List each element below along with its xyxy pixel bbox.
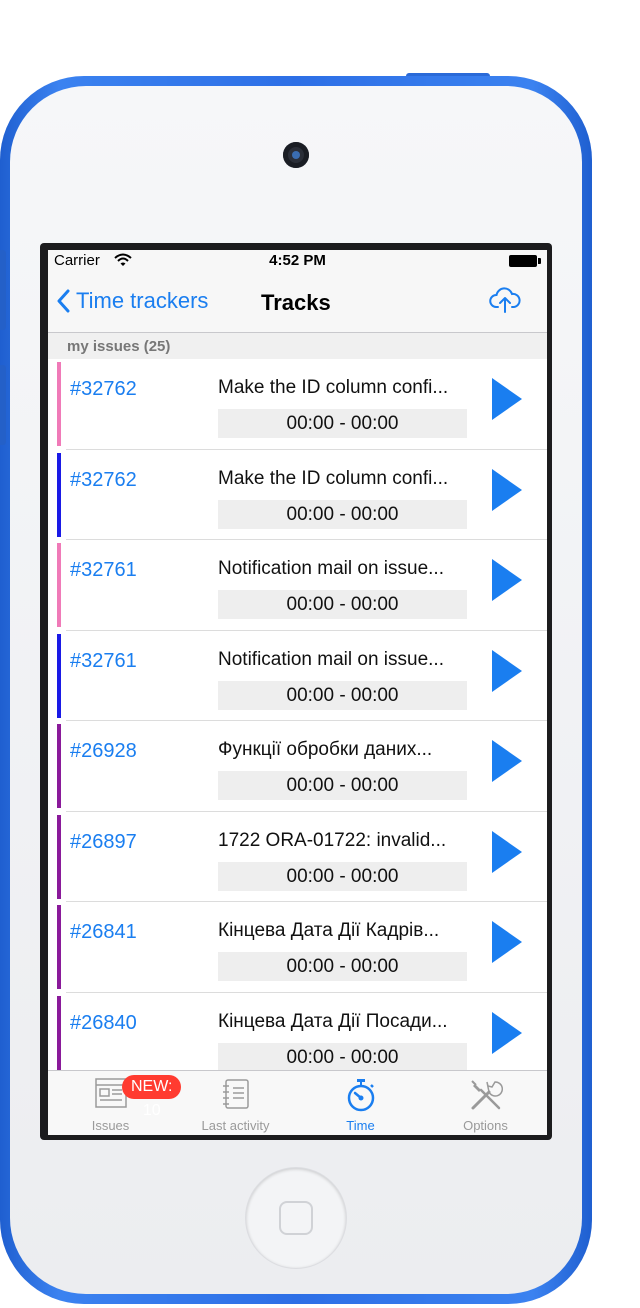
volume-down-button [0, 365, 6, 445]
track-color-bar [57, 995, 61, 1080]
status-time: 4:52 PM [269, 252, 326, 269]
section-header-label: my issues (25) [67, 338, 171, 355]
volume-up-button [0, 250, 6, 330]
camera-icon [283, 142, 309, 168]
section-header: my issues (25) [48, 333, 547, 359]
tab-options-label: Options [463, 1118, 508, 1133]
tab-last-activity-label: Last activity [201, 1118, 270, 1133]
track-subject: Notification mail on issue... [218, 558, 444, 579]
track-row[interactable]: #26841 Кінцева Дата Дії Кадрів... 00:00 … [48, 902, 547, 993]
play-icon[interactable] [490, 919, 524, 965]
track-time-range: 00:00 - 00:00 [218, 499, 467, 529]
track-issue-number[interactable]: #26840 [70, 1012, 137, 1035]
play-icon[interactable] [490, 648, 524, 694]
navigation-bar: Time trackers Tracks [48, 272, 547, 333]
track-color-bar [57, 362, 61, 446]
track-time-range: 00:00 - 00:00 [218, 952, 467, 981]
track-subject: Функції обробки даних... [218, 739, 433, 760]
play-icon[interactable] [490, 829, 524, 875]
track-subject: Make the ID column confi... [218, 377, 449, 398]
play-icon[interactable] [490, 1010, 524, 1056]
track-time-range: 00:00 - 00:00 [218, 680, 467, 710]
track-subject: Кінцева Дата Дії Посади... [218, 1010, 448, 1032]
track-time-range: 00:00 - 00:00 [218, 1042, 467, 1072]
tab-options[interactable]: Options [423, 1071, 547, 1135]
track-issue-number[interactable]: #32762 [70, 378, 137, 401]
track-time-range: 00:00 - 00:00 [218, 409, 467, 438]
play-icon[interactable] [490, 467, 524, 513]
back-button-label: Time trackers [76, 288, 209, 313]
track-subject: Notification mail on issue... [218, 648, 444, 670]
track-row[interactable]: #32761 Notification mail on issue... 00:… [48, 540, 547, 631]
track-row[interactable]: #32761 Notification mail on issue... 00:… [48, 630, 547, 721]
track-time-range: 00:00 - 00:00 [218, 771, 467, 800]
tab-time-label: Time [346, 1118, 375, 1133]
page-title: Tracks [261, 290, 331, 315]
home-button[interactable] [246, 1168, 346, 1268]
back-button[interactable]: Time trackers [56, 288, 208, 314]
tab-time[interactable]: Time [298, 1071, 423, 1135]
track-list: #32762 Make the ID column confi... 00:00… [48, 359, 547, 1083]
track-color-bar [57, 543, 61, 627]
track-issue-number[interactable]: #32762 [70, 469, 137, 492]
track-row[interactable]: #26897 1722 ORA-01722: invalid... 00:00 … [48, 811, 547, 902]
track-color-bar [57, 905, 61, 989]
status-bar: Carrier 4:52 PM [48, 250, 547, 272]
play-icon[interactable] [490, 557, 524, 603]
tools-icon [470, 1080, 503, 1110]
track-time-range: 00:00 - 00:00 [218, 590, 467, 619]
track-row[interactable]: #32762 Make the ID column confi... 00:00… [48, 449, 547, 540]
track-color-bar [57, 452, 61, 537]
cloud-upload-icon[interactable] [489, 286, 521, 314]
app-screen: Carrier 4:52 PM Time trackers Tracks my … [48, 250, 547, 1135]
track-color-bar [57, 633, 61, 718]
tab-bar: Issues NEW: 10 Last activity Time Option… [48, 1070, 547, 1135]
track-issue-number[interactable]: #26897 [70, 831, 137, 854]
track-issue-number[interactable]: #32761 [70, 559, 137, 582]
stopwatch-icon [347, 1079, 374, 1112]
track-subject: 1722 ORA-01722: invalid... [218, 829, 447, 851]
track-issue-number[interactable]: #32761 [70, 650, 137, 673]
track-subject: Make the ID column confi... [218, 467, 449, 489]
track-color-bar [57, 814, 61, 899]
track-subject: Кінцева Дата Дії Кадрів... [218, 920, 440, 941]
track-time-range: 00:00 - 00:00 [218, 861, 467, 891]
notebook-icon [222, 1079, 249, 1109]
battery-icon [509, 255, 541, 267]
play-icon[interactable] [490, 376, 524, 422]
track-row[interactable]: #26928 Функції обробки даних... 00:00 - … [48, 721, 547, 812]
track-row[interactable]: #32762 Make the ID column confi... 00:00… [48, 359, 547, 450]
track-issue-number[interactable]: #26928 [70, 740, 137, 763]
play-icon[interactable] [490, 738, 524, 784]
chevron-left-icon [57, 289, 70, 313]
tab-issues[interactable]: Issues NEW: 10 [48, 1071, 182, 1135]
track-color-bar [57, 724, 61, 808]
tab-last-activity[interactable]: Last activity [173, 1071, 298, 1135]
track-issue-number[interactable]: #26841 [70, 921, 137, 944]
